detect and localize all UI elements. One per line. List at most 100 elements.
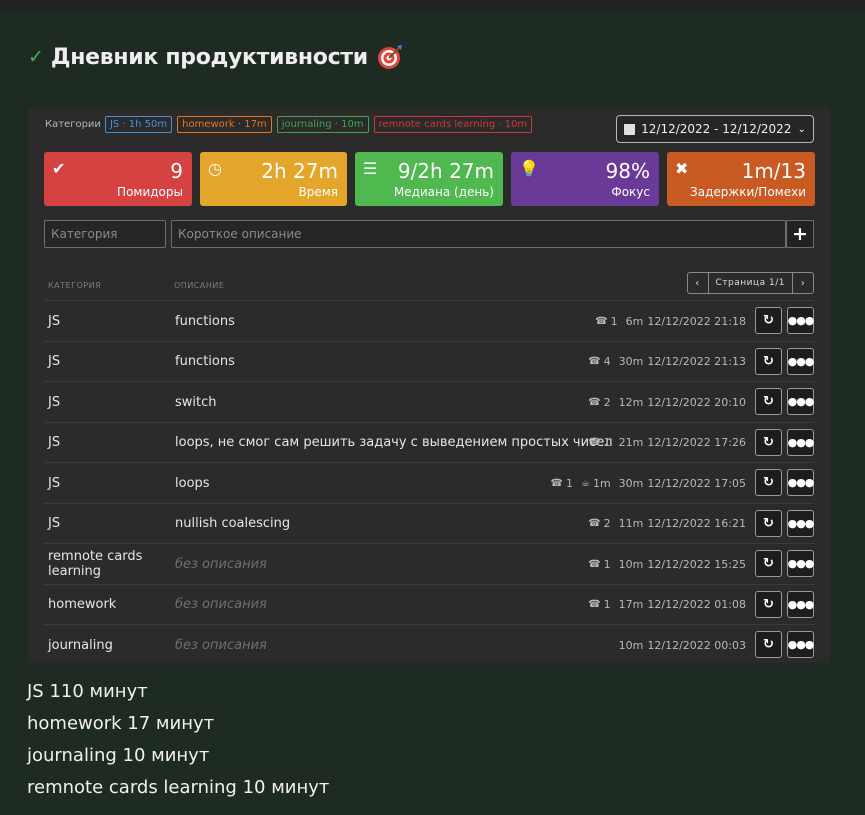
redo-icon: ↻ — [763, 313, 774, 328]
redo-icon: ↻ — [763, 637, 774, 652]
pomodoro-widget: Категории JS · 1h 50m homework · 17m journ… — [28, 108, 830, 663]
entry-category: JS — [48, 435, 61, 450]
ellipsis-icon: ●●● — [787, 476, 815, 489]
stat-value: 1m/13 — [741, 159, 806, 183]
entry-form: Категория Короткое описание + — [44, 220, 814, 248]
entry-datetime: 12/12/2022 20:10 — [647, 395, 746, 409]
category-chip[interactable]: JS · 1h 50m — [104, 116, 173, 133]
repeat-button[interactable]: ↻ — [755, 550, 782, 577]
repeat-button[interactable]: ↻ — [755, 307, 782, 334]
category-chip[interactable]: remnote cards learning · 10m — [373, 116, 533, 133]
entry-meta: ☎ 4 30m 12/12/2022 21:13 — [588, 342, 746, 382]
stats-row: ✔ 9 Помидоры ◷ 2h 27m Время ☰ 9/2h 27m Медиана (… — [44, 152, 823, 206]
page-indicator: Страница 1/1 — [707, 273, 793, 293]
more-button[interactable]: ●●● — [787, 631, 814, 658]
stat-value: 98% — [605, 159, 650, 183]
phone-icon: ☎ — [588, 558, 601, 570]
stat-value: 9/2h 27m — [397, 159, 494, 183]
table-row: JS loops, не смог сам решить задачу с выв… — [44, 421, 814, 463]
ellipsis-icon: ●●● — [787, 557, 815, 570]
repeat-button[interactable]: ↻ — [755, 590, 782, 618]
stat-card: ☰ 9/2h 27m Медиана (день) — [355, 152, 503, 206]
redo-icon: ↻ — [763, 515, 774, 531]
more-button[interactable]: ●●● — [787, 388, 814, 415]
table-row: remnote cards learning без описания ☎ 1 10m 1… — [44, 543, 814, 584]
calendar-icon — [624, 123, 636, 135]
entry-description: functions — [175, 354, 235, 369]
page-title: Дневник продуктивности — [50, 44, 368, 70]
entry-category: remnote cards learning — [48, 549, 143, 579]
entry-duration: 12m — [618, 395, 644, 409]
entry-description: без описания — [175, 556, 267, 572]
interruptions-count: 1 — [610, 314, 618, 328]
category-input[interactable]: Категория — [44, 220, 166, 248]
redo-icon: ↻ — [763, 475, 774, 490]
entry-category: JS — [48, 394, 61, 410]
table-row: JS functions ☎ 1 6m 12/12/2022 21:18 ↻ ●●● — [44, 300, 814, 341]
category-chip[interactable]: journaling · 10m — [276, 116, 369, 133]
stat-label: Медиана (день) — [393, 185, 494, 199]
category-chip[interactable]: homework · 17m — [177, 116, 272, 133]
entry-meta: ☎ 1 17m 12/12/2022 01:08 — [588, 585, 746, 625]
pagination: ‹ Страница 1/1 › — [686, 272, 814, 294]
stat-label: Задержки/Помехи — [690, 185, 806, 199]
stat-label: Время — [298, 185, 338, 199]
table-row: homework без описания ☎ 1 17m 12/12/2022 01:0… — [44, 583, 814, 625]
more-button[interactable]: ●●● — [787, 509, 815, 537]
entry-datetime: 12/12/2022 16:21 — [647, 517, 746, 530]
lightbulb-icon: 💡 — [519, 159, 539, 178]
entry-description: functions — [175, 313, 235, 329]
top-bar — [0, 0, 865, 12]
more-button[interactable]: ●●● — [787, 469, 814, 496]
summary-line: journaling 10 минут — [27, 745, 210, 766]
entry-duration: 30m — [618, 355, 644, 368]
add-entry-button[interactable]: + — [786, 220, 814, 248]
repeat-button[interactable]: ↻ — [755, 631, 782, 658]
categories-label: Категории — [45, 119, 101, 130]
interruptions-count: 2 — [603, 517, 611, 530]
entry-meta: 10m 12/12/2022 00:03 — [619, 625, 746, 665]
entry-description: без описания — [175, 597, 267, 612]
repeat-button[interactable]: ↻ — [755, 347, 782, 375]
ellipsis-icon: ●●● — [787, 314, 815, 327]
description-input[interactable]: Короткое описание — [171, 220, 786, 248]
clock-icon: ◷ — [208, 159, 222, 178]
category-placeholder: Категория — [51, 227, 118, 241]
column-description: ОПИСАНИЕ — [174, 281, 225, 290]
entry-meta: ☎ 2 11m 12/12/2022 16:21 — [588, 504, 746, 544]
entry-description: loops — [175, 475, 210, 491]
entries-table: JS functions ☎ 1 6m 12/12/2022 21:18 ↻ ●●● JS fun… — [44, 300, 814, 665]
check-circle-icon: ✔ — [52, 159, 66, 178]
entry-meta: ☎ 1 21m 12/12/2022 17:26 — [588, 423, 746, 463]
repeat-button[interactable]: ↻ — [755, 388, 782, 415]
prev-page-button[interactable]: ‹ — [688, 278, 708, 289]
next-page-button[interactable]: › — [793, 278, 813, 289]
repeat-button[interactable]: ↻ — [755, 469, 782, 496]
stat-label: Помидоры — [117, 185, 183, 199]
date-range-picker[interactable]: 12/12/2022 - 12/12/2022 ⌄ — [616, 115, 814, 143]
stat-value: 2h 27m — [261, 159, 338, 183]
more-button[interactable]: ●●● — [787, 307, 814, 334]
phone-icon: ☎ — [588, 437, 601, 448]
repeat-button[interactable]: ↻ — [755, 509, 782, 537]
checkmark-icon: ✓ — [28, 46, 44, 68]
more-button[interactable]: ●●● — [787, 347, 814, 375]
entry-meta: ☎ 1 ☕ 1m 30m 12/12/2022 17:05 — [551, 463, 746, 503]
repeat-button[interactable]: ↻ — [755, 428, 782, 456]
entry-category: JS — [48, 516, 61, 531]
table-row: journaling без описания 10m 12/12/2022 00:0… — [44, 624, 814, 665]
interruptions-count: 1 — [565, 476, 573, 490]
more-button[interactable]: ●●● — [787, 428, 814, 456]
table-row: JS loops ☎ 1 ☕ 1m 30m 12/12/2022 17:05 ↻ ●●● — [44, 462, 814, 503]
redo-icon: ↻ — [763, 556, 774, 571]
entry-duration: 11m — [618, 517, 644, 530]
more-button[interactable]: ●●● — [787, 550, 814, 577]
entry-datetime: 12/12/2022 00:03 — [647, 638, 746, 652]
more-button[interactable]: ●●● — [787, 590, 814, 618]
ellipsis-icon: ●●● — [787, 516, 815, 530]
date-range-text: 12/12/2022 - 12/12/2022 — [641, 122, 792, 136]
entry-description: switch — [175, 394, 217, 410]
stat-card: ✔ 9 Помидоры — [44, 152, 192, 206]
entry-duration: 10m — [618, 557, 644, 571]
redo-icon: ↻ — [763, 434, 774, 450]
